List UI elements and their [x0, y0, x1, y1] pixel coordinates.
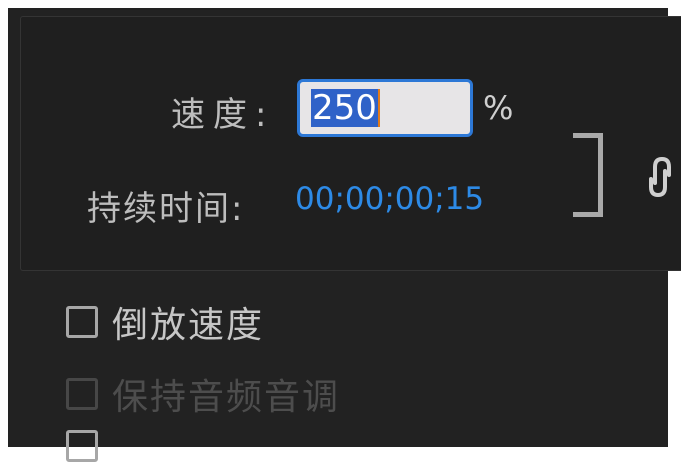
reverse-speed-option[interactable]: 倒放速度 [66, 296, 264, 348]
maintain-audio-pitch-checkbox [66, 378, 98, 410]
reverse-speed-label: 倒放速度 [112, 305, 265, 346]
next-option-checkbox [66, 430, 98, 462]
chain-link-icon[interactable] [643, 153, 677, 201]
speed-input[interactable]: 250 [297, 79, 473, 137]
reverse-speed-checkbox[interactable] [66, 306, 98, 338]
maintain-audio-pitch-label: 保持音频音调 [112, 377, 341, 418]
speed-input-value: 250 [311, 88, 378, 128]
next-option-partial [66, 430, 112, 462]
duration-timecode[interactable]: 00;00;00;15 [295, 181, 484, 217]
duration-label: 持续时间: [87, 189, 245, 229]
maintain-audio-pitch-option: 保持音频音调 [66, 368, 340, 420]
speed-unit: % [483, 89, 514, 127]
speed-duration-panel: 速度: 250 % 持续时间: 00;00;00;15 [20, 16, 681, 271]
text-caret [377, 89, 380, 127]
speed-label: 速度: [171, 95, 275, 135]
link-bracket [573, 133, 603, 217]
